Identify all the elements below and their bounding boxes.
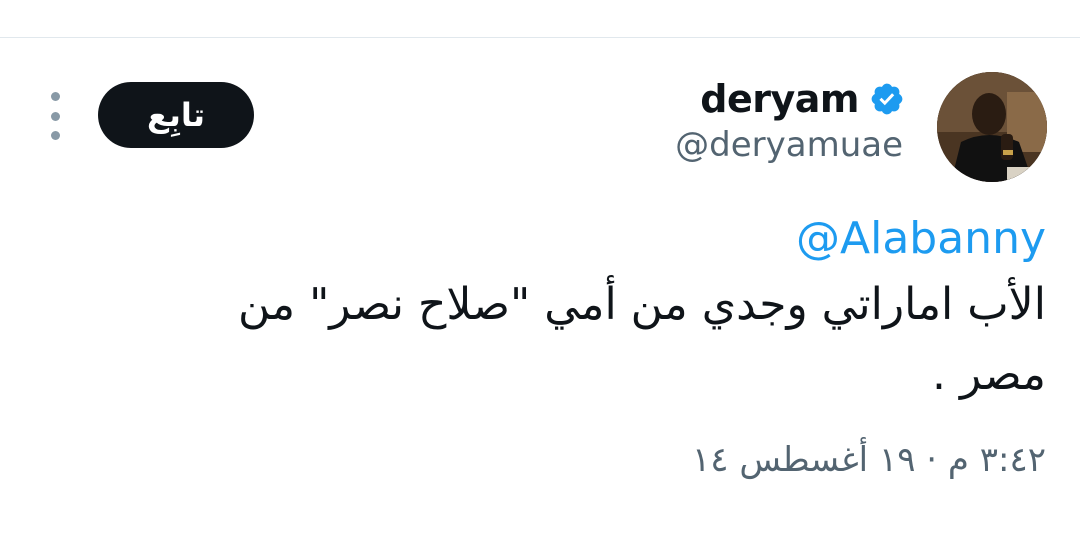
author-display-name[interactable]: deryam bbox=[700, 77, 859, 121]
avatar[interactable] bbox=[937, 72, 1047, 182]
tweet-timestamp[interactable]: ٣:٤٢ م · ١٩ أغسطس ١٤ bbox=[692, 440, 1046, 480]
more-dot bbox=[50, 131, 60, 140]
more-dot bbox=[50, 111, 60, 121]
tweet-page: deryam @deryamuae تابِع @Alabanny الأب ا… bbox=[0, 0, 1080, 551]
more-dot bbox=[50, 92, 60, 101]
avatar-photo bbox=[937, 72, 1047, 182]
verified-badge-icon bbox=[871, 83, 903, 115]
author-handle[interactable]: @deryamuae bbox=[675, 125, 903, 165]
tweet-text: الأب اماراتي وجدي من أمي "صلاح نصر" من م… bbox=[238, 279, 1046, 400]
more-options-icon[interactable] bbox=[40, 92, 70, 140]
top-divider bbox=[0, 37, 1080, 38]
follow-button[interactable]: تابِع bbox=[98, 82, 254, 148]
author-name-row: deryam bbox=[700, 76, 905, 122]
mention-link[interactable]: @Alabanny bbox=[796, 213, 1046, 264]
